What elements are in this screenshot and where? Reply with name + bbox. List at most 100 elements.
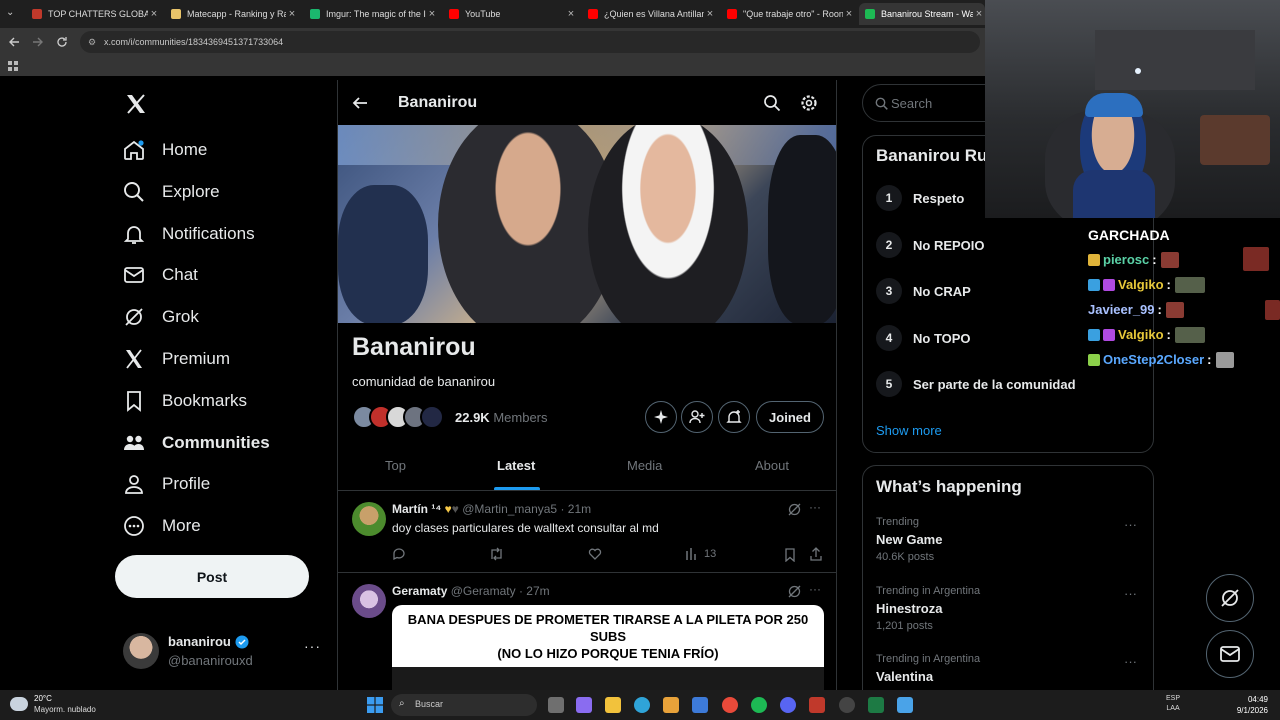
more-options-icon[interactable]: ··· xyxy=(809,500,821,514)
nav-chat[interactable]: Chat xyxy=(122,257,198,293)
nav-explore[interactable]: Explore xyxy=(122,174,220,210)
taskbar-clock[interactable]: 04:49 9/1/2026 xyxy=(1226,694,1268,716)
views-button[interactable]: 13 xyxy=(685,548,716,560)
back-arrow-icon[interactable] xyxy=(352,95,368,111)
nav-notifications[interactable]: Notifications xyxy=(122,216,255,252)
discord-icon[interactable] xyxy=(780,697,796,713)
outlook-icon[interactable] xyxy=(692,697,708,713)
tab-media[interactable]: Media xyxy=(627,458,662,473)
more-options-icon[interactable]: ··· xyxy=(1124,517,1137,532)
tab-about[interactable]: About xyxy=(755,458,789,473)
browser-tab-3[interactable]: Imgur: The magic of the I × xyxy=(304,3,438,25)
close-icon[interactable]: × xyxy=(973,8,985,20)
post-media-image[interactable]: BANA DESPUES DE PROMETER TIRARSE A LA PI… xyxy=(392,605,824,690)
close-icon[interactable]: × xyxy=(704,8,716,20)
close-icon[interactable]: × xyxy=(843,8,855,20)
weather-widget[interactable]: 20°C Mayorm. nublado xyxy=(10,693,130,717)
avatar[interactable] xyxy=(352,502,386,536)
browser-tab-1[interactable]: TOP CHATTERS GLOBAL × xyxy=(26,3,160,25)
joined-button[interactable]: Joined xyxy=(756,401,824,433)
nav-premium[interactable]: Premium xyxy=(122,341,230,377)
tab-top[interactable]: Top xyxy=(385,458,406,473)
address-bar[interactable]: ⚙ x.com/i/communities/183436945137173306… xyxy=(80,31,980,53)
back-icon[interactable] xyxy=(8,36,20,48)
more-options-icon[interactable]: ··· xyxy=(304,638,321,654)
obs-icon[interactable] xyxy=(839,697,855,713)
member-avatars[interactable] xyxy=(352,405,444,429)
nav-more[interactable]: More xyxy=(122,508,201,544)
search-icon[interactable] xyxy=(763,94,781,112)
forward-icon[interactable] xyxy=(32,36,44,48)
post-button[interactable]: Post xyxy=(115,555,309,598)
excel-icon[interactable] xyxy=(868,697,884,713)
browser-tab-7[interactable]: Bananirou Stream - Watc × xyxy=(859,3,985,25)
nav-bookmarks[interactable]: Bookmarks xyxy=(122,383,247,419)
browser-tab-5[interactable]: ¿Quien es Villana Antillan × xyxy=(582,3,716,25)
post-author-name[interactable]: Geramaty xyxy=(392,584,447,598)
notepad-icon[interactable] xyxy=(897,697,913,713)
grok-icon[interactable] xyxy=(788,585,801,598)
file-explorer-icon[interactable] xyxy=(605,697,621,713)
spotify-icon[interactable] xyxy=(751,697,767,713)
tab-latest[interactable]: Latest xyxy=(497,458,535,473)
taskbar-search[interactable]: ⌕ Buscar xyxy=(391,694,537,716)
post-time[interactable]: · 21m xyxy=(560,502,591,516)
gear-icon[interactable] xyxy=(800,94,818,112)
rule-item[interactable]: 1 Respeto xyxy=(876,185,964,211)
more-options-icon[interactable]: ··· xyxy=(1124,586,1137,601)
windows-start-icon[interactable] xyxy=(367,697,383,713)
close-icon[interactable]: × xyxy=(426,8,438,20)
notifications-toggle-button[interactable] xyxy=(718,401,750,433)
messages-fab-button[interactable] xyxy=(1206,630,1254,678)
show-more-link[interactable]: Show more xyxy=(876,423,942,438)
chrome-icon[interactable] xyxy=(722,697,738,713)
reload-icon[interactable] xyxy=(56,36,68,48)
repost-button[interactable] xyxy=(489,547,504,561)
trend-title[interactable]: New Game xyxy=(876,532,942,547)
post-item[interactable]: Martín ¹⁴ ♥♥ @Martin_manya5 · 21m ··· do… xyxy=(338,491,836,573)
close-icon[interactable]: × xyxy=(565,8,577,20)
browser-tab-6[interactable]: "Que trabaje otro" - Roon × xyxy=(721,3,855,25)
avatar[interactable] xyxy=(352,584,386,618)
like-button[interactable] xyxy=(588,547,602,561)
nav-home[interactable]: Home xyxy=(122,132,207,168)
taskbar-language[interactable]: ESP LAA xyxy=(1166,694,1180,714)
grok-icon[interactable] xyxy=(788,503,801,516)
grok-fab-button[interactable] xyxy=(1206,574,1254,622)
invite-member-button[interactable] xyxy=(681,401,713,433)
rule-item[interactable]: 2 No REPOIO xyxy=(876,232,985,258)
copilot-icon[interactable] xyxy=(576,697,592,713)
store-icon[interactable] xyxy=(663,697,679,713)
trend-title[interactable]: Valentina xyxy=(876,669,933,684)
nav-grok[interactable]: Grok xyxy=(122,299,199,335)
close-icon[interactable]: × xyxy=(148,8,160,20)
site-info-icon[interactable]: ⚙ xyxy=(88,31,96,53)
more-options-icon[interactable]: ··· xyxy=(809,582,821,596)
x-logo-icon[interactable] xyxy=(124,92,148,116)
apps-grid-icon[interactable] xyxy=(8,61,18,71)
account-switcher[interactable]: bananirou @bananirouxd ··· xyxy=(122,632,322,672)
members-count[interactable]: 22.9K Members xyxy=(455,410,548,425)
nav-communities[interactable]: Communities xyxy=(122,425,270,461)
streaming-app-icon[interactable] xyxy=(809,697,825,713)
task-view-icon[interactable] xyxy=(548,697,564,713)
tab-list-button[interactable]: ⌄ xyxy=(6,7,20,21)
nav-profile[interactable]: Profile xyxy=(122,466,210,502)
browser-tab-4[interactable]: YouTube × xyxy=(443,3,577,25)
rule-item[interactable]: 4 No TOPO xyxy=(876,325,971,351)
post-item[interactable]: Geramaty @Geramaty · 27m ··· BANA DESPUE… xyxy=(338,573,836,690)
post-author-handle[interactable]: @Martin_manya5 xyxy=(462,502,557,516)
browser-tab-2[interactable]: Matecapp - Ranking y Ra × xyxy=(165,3,298,25)
rule-item[interactable]: 3 No CRAP xyxy=(876,278,971,304)
more-options-icon[interactable]: ··· xyxy=(1124,654,1137,669)
edge-icon[interactable] xyxy=(634,697,650,713)
post-author-handle[interactable]: @Geramaty xyxy=(451,584,516,598)
trend-title[interactable]: Hinestroza xyxy=(876,601,942,616)
close-icon[interactable]: × xyxy=(286,8,298,20)
share-icon[interactable] xyxy=(809,547,823,561)
reply-button[interactable] xyxy=(392,547,406,561)
grok-summary-button[interactable] xyxy=(645,401,677,433)
bookmark-icon[interactable] xyxy=(784,548,796,562)
post-author-name[interactable]: Martín xyxy=(392,502,428,516)
rule-item[interactable]: 5 Ser parte de la comunidad xyxy=(876,371,1076,397)
